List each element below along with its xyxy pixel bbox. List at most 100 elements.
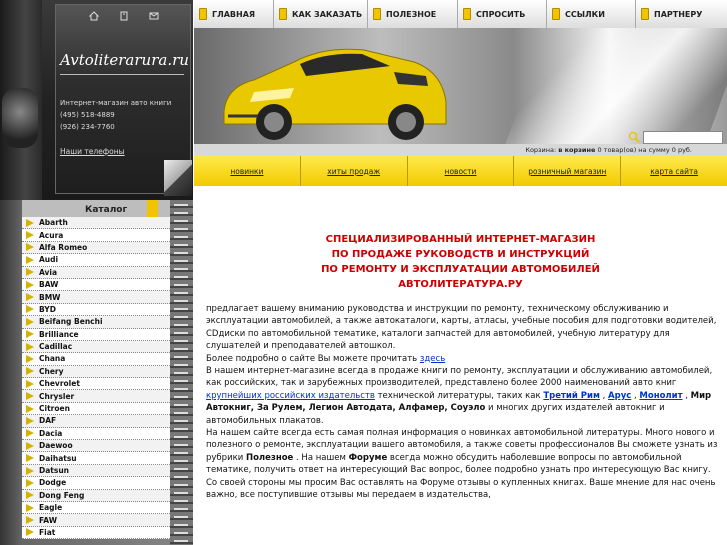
nav-bullet-icon bbox=[279, 8, 287, 20]
nav-bullet-icon bbox=[552, 8, 560, 20]
phone-number: (495) 518-4889 bbox=[60, 111, 115, 119]
catalog-list: Abarth Acura Alfa Romeo Audi Avia BAW BM… bbox=[22, 217, 170, 540]
search-icon[interactable] bbox=[628, 131, 640, 143]
paragraph: Со своей стороны мы просим Вас оставлять… bbox=[206, 477, 716, 501]
catalog-item[interactable]: Avia bbox=[22, 266, 170, 279]
banner-sheen bbox=[493, 28, 727, 144]
arrow-right-icon bbox=[26, 218, 34, 227]
sub-nav-sitemap[interactable]: карта сайта bbox=[621, 156, 727, 186]
catalog-item[interactable]: Acura bbox=[22, 229, 170, 242]
catalog-item[interactable]: Chana bbox=[22, 353, 170, 366]
catalog-item[interactable]: Cadillac bbox=[22, 340, 170, 354]
arrow-right-icon bbox=[26, 280, 34, 289]
nav-bullet-icon bbox=[199, 8, 207, 20]
page-headline: СПЕЦИАЛИЗИРОВАННЫЙ ИНТЕРНЕТ-МАГАЗИН ПО П… bbox=[194, 232, 727, 292]
catalog-item[interactable]: Chrysler bbox=[22, 390, 170, 403]
catalog-item[interactable]: BMW bbox=[22, 291, 170, 304]
header-icons bbox=[56, 11, 192, 24]
arrow-right-icon bbox=[26, 243, 34, 252]
sub-nav-bestsellers[interactable]: хиты продаж bbox=[300, 156, 408, 186]
nav-item-links[interactable]: ССЫЛКИ bbox=[547, 0, 636, 28]
arrow-right-icon bbox=[26, 354, 34, 363]
paragraph: предлагает вашему вниманию руководства и… bbox=[206, 304, 717, 352]
main-content: СПЕЦИАЛИЗИРОВАННЫЙ ИНТЕРНЕТ-МАГАЗИН ПО П… bbox=[194, 186, 727, 545]
cart-status: Корзина: в корзине 0 товар(ов) на сумму … bbox=[194, 144, 727, 156]
headline-line: СПЕЦИАЛИЗИРОВАННЫЙ ИНТЕРНЕТ-МАГАЗИН bbox=[325, 234, 596, 245]
about-link[interactable]: здесь bbox=[420, 354, 445, 364]
arrow-right-icon bbox=[26, 268, 34, 277]
sub-nav-retail-store[interactable]: розничный магазин bbox=[514, 156, 622, 186]
catalog-title: Каталог bbox=[85, 205, 128, 215]
search-input[interactable] bbox=[643, 131, 723, 144]
publisher-link-monolit[interactable]: Монолит bbox=[639, 391, 682, 401]
sub-nav: новинки хиты продаж новости розничный ма… bbox=[194, 156, 727, 186]
catalog-item[interactable]: Chevrolet bbox=[22, 378, 170, 391]
catalog-left-strip bbox=[0, 200, 22, 545]
publisher-link-tretiy-rim[interactable]: Третий Рим bbox=[543, 391, 600, 401]
nav-bullet-icon bbox=[463, 8, 471, 20]
catalog-item[interactable]: Datsun bbox=[22, 464, 170, 478]
catalog-item[interactable]: DAF bbox=[22, 415, 170, 428]
home-icon[interactable] bbox=[88, 11, 100, 24]
arrow-right-icon bbox=[26, 416, 34, 425]
nav-item-partner[interactable]: ПАРТНЕРУ bbox=[636, 0, 727, 28]
nav-item-home[interactable]: ГЛАВНАЯ bbox=[194, 0, 274, 28]
catalog-item[interactable]: Dodge bbox=[22, 477, 170, 490]
nav-item-how-to-order[interactable]: КАК ЗАКАЗАТЬ bbox=[274, 0, 368, 28]
publisher-link-arus[interactable]: Арус bbox=[608, 391, 631, 401]
top-nav: ГЛАВНАЯ КАК ЗАКАЗАТЬ ПОЛЕЗНОЕ СПРОСИТЬ С… bbox=[194, 0, 727, 28]
phones-link[interactable]: Наши телефоны bbox=[60, 147, 125, 156]
catalog-item[interactable]: Citroen bbox=[22, 402, 170, 416]
catalog-item[interactable]: Fiat bbox=[22, 526, 170, 540]
cart-label: Корзина: bbox=[525, 146, 557, 154]
nav-bullet-icon bbox=[641, 8, 649, 20]
cart-summary: 0 товар(ов) на сумму 0 руб. bbox=[597, 146, 692, 154]
site-logo[interactable]: Avtoliterarura.ru bbox=[60, 51, 189, 69]
paragraph: Более подробно о сайте Вы можете прочита… bbox=[206, 353, 446, 364]
cart-bold-label: в корзине bbox=[558, 146, 596, 154]
catalog-sidebar: Каталог Abarth Acura Alfa Romeo Audi Avi… bbox=[0, 200, 193, 545]
catalog-item[interactable]: Alfa Romeo bbox=[22, 241, 170, 255]
nav-item-ask[interactable]: СПРОСИТЬ bbox=[458, 0, 547, 28]
sub-nav-new[interactable]: новинки bbox=[194, 156, 301, 186]
mail-icon[interactable] bbox=[148, 11, 160, 24]
bookmark-icon[interactable] bbox=[118, 11, 130, 24]
catalog-item[interactable]: Eagle bbox=[22, 501, 170, 515]
catalog-item[interactable]: Brilliance bbox=[22, 328, 170, 341]
arrow-right-icon bbox=[26, 429, 34, 438]
catalog-item[interactable]: FAW bbox=[22, 514, 170, 527]
arrow-right-icon bbox=[26, 503, 34, 512]
arrow-right-icon bbox=[26, 516, 34, 525]
publishers-link[interactable]: крупнейших российских издательств bbox=[206, 391, 375, 401]
catalog-item[interactable]: Daihatsu bbox=[22, 452, 170, 465]
arrow-right-icon bbox=[26, 231, 34, 240]
catalog-item[interactable]: BYD bbox=[22, 303, 170, 317]
nav-item-useful[interactable]: ПОЛЕЗНОЕ bbox=[368, 0, 458, 28]
site-subtitle: Интернет-магазин авто книги bbox=[60, 99, 172, 107]
intro-text: предлагает вашему вниманию руководства и… bbox=[206, 303, 720, 502]
catalog-item[interactable]: Chery bbox=[22, 365, 170, 379]
gear-shift-image bbox=[0, 0, 42, 200]
catalog-item[interactable]: Beifang Benchi bbox=[22, 316, 170, 329]
page: Avtoliterarura.ru Интернет-магазин авто … bbox=[0, 0, 727, 545]
arrow-right-icon bbox=[26, 367, 34, 376]
arrow-right-icon bbox=[26, 342, 34, 351]
catalog-item[interactable]: BAW bbox=[22, 278, 170, 292]
arrow-right-icon bbox=[26, 293, 34, 302]
arrow-right-icon bbox=[26, 441, 34, 450]
nav-bullet-icon bbox=[373, 8, 381, 20]
sub-nav-news[interactable]: новости bbox=[407, 156, 515, 186]
headline-line: ПО РЕМОНТУ И ЭКСПЛУАТАЦИИ АВТОМОБИЛЕЙ bbox=[321, 264, 600, 275]
catalog-item[interactable]: Abarth bbox=[22, 217, 170, 230]
arrow-right-icon bbox=[26, 317, 34, 326]
catalog-item[interactable]: Daewoo bbox=[22, 440, 170, 453]
arrow-right-icon bbox=[26, 491, 34, 500]
arrow-right-icon bbox=[26, 466, 34, 475]
spiral-binding bbox=[170, 200, 193, 545]
logo-underline bbox=[60, 74, 184, 75]
catalog-item[interactable]: Audi bbox=[22, 254, 170, 267]
gear-knob-image bbox=[2, 88, 38, 148]
catalog-item[interactable]: Dong Feng bbox=[22, 489, 170, 502]
headline-line: АВТОЛИТЕРАТУРА.РУ bbox=[398, 279, 523, 290]
catalog-item[interactable]: Dacia bbox=[22, 427, 170, 441]
